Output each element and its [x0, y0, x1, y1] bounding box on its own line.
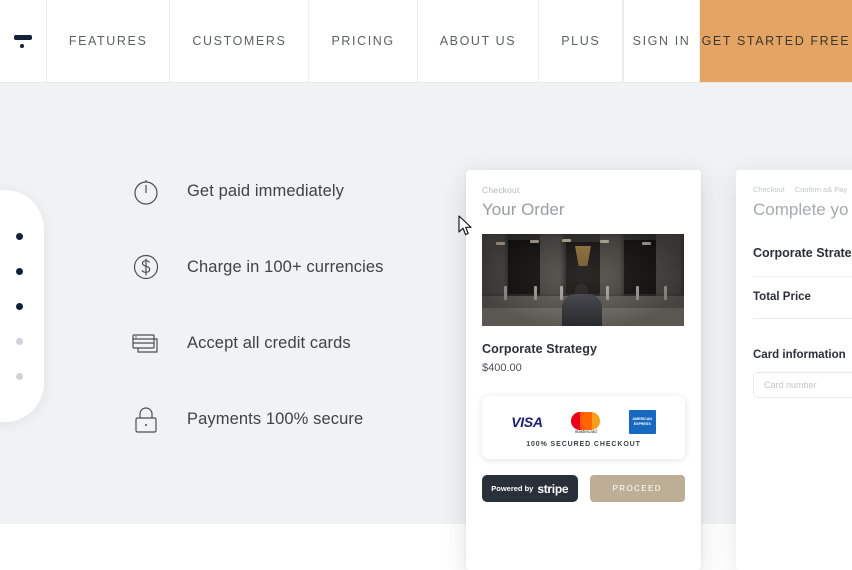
amex-wordmark: AMERICAN EXPRESS [632, 417, 652, 426]
feature-label-credit-cards: Accept all credit cards [187, 333, 351, 352]
clock-icon [128, 173, 164, 209]
feature-label-currencies: Charge in 100+ currencies [187, 257, 384, 276]
total-price-label: Total Price [753, 291, 811, 303]
credit-cards-icon [128, 325, 164, 361]
carousel-dots-panel [0, 190, 44, 422]
logo-bar-shape [13, 35, 32, 40]
checkout-actions-row: Powered by stripe PROCEED [482, 475, 685, 502]
stripe-powered-badge[interactable]: Powered by stripe [482, 475, 578, 502]
mastercard-overlap [579, 412, 592, 430]
sign-in-link[interactable]: SIGN IN [624, 0, 700, 82]
mastercard-wordmark: mastercard [574, 429, 597, 434]
payment-card-divider-1 [753, 276, 852, 277]
stripe-wordmark: stripe [537, 481, 569, 496]
page-root: FEATURES CUSTOMERS PRICING ABOUT US PLUS… [0, 0, 852, 570]
payment-card-title: Complete yo [753, 200, 849, 219]
visa-logo: VISA [511, 414, 543, 430]
site-logo[interactable] [0, 0, 47, 82]
carousel-dot-1[interactable] [16, 232, 23, 240]
padlock-icon [128, 401, 164, 437]
order-card-eyebrow: Checkout [482, 185, 520, 195]
secured-checkout-label: 100% SECURED CHECKOUT [526, 441, 641, 448]
nav-item-features[interactable]: FEATURES [47, 0, 171, 82]
carousel-dot-4[interactable] [16, 337, 23, 345]
top-navigation-bar: FEATURES CUSTOMERS PRICING ABOUT US PLUS… [0, 0, 852, 83]
page-below-hero [0, 524, 852, 570]
mastercard-logo: mastercard [569, 411, 603, 434]
logo-mark-icon [12, 30, 34, 52]
order-product-name: Corporate Strategy [482, 342, 598, 356]
order-product-price: $400.00 [482, 362, 522, 374]
payment-card-product-name: Corporate Strateg [753, 246, 852, 260]
nav-item-plus[interactable]: PLUS [539, 0, 624, 82]
photo-vignette [482, 234, 684, 326]
order-card-title: Your Order [482, 200, 565, 219]
card-number-input[interactable]: Card number [753, 372, 852, 398]
feature-list: Get paid immediately Charge in 100+ curr… [128, 173, 428, 437]
stripe-powered-by-text: Powered by [491, 484, 534, 493]
your-order-card: Checkout Your Order Corporate Strategy $… [466, 170, 701, 570]
feature-item-get-paid: Get paid immediately [128, 173, 428, 209]
logo-dot-shape [19, 44, 24, 48]
payment-card-divider-2 [753, 318, 852, 319]
card-information-label: Card information [753, 349, 846, 361]
accepted-cards-panel: VISA mastercard AMERICAN EXPRESS 100% SE… [482, 396, 685, 459]
payment-details-card: Checkout Confirm a& Pay Complete yo Corp… [736, 170, 852, 570]
card-logos-row: VISA mastercard AMERICAN EXPRESS [511, 407, 656, 437]
breadcrumb-confirm-and-pay[interactable]: Confirm a& Pay [795, 185, 848, 194]
nav-item-about-us[interactable]: ABOUT US [418, 0, 540, 82]
carousel-dot-3[interactable] [16, 302, 23, 310]
nav-item-pricing[interactable]: PRICING [309, 0, 418, 82]
breadcrumb-checkout[interactable]: Checkout [753, 185, 785, 194]
amex-logo: AMERICAN EXPRESS [628, 410, 656, 434]
dollar-circle-icon [128, 249, 164, 285]
payment-card-breadcrumb: Checkout Confirm a& Pay [753, 185, 852, 194]
feature-label-get-paid: Get paid immediately [187, 181, 344, 200]
proceed-button[interactable]: PROCEED [589, 475, 685, 502]
carousel-dot-5[interactable] [16, 372, 23, 380]
feature-item-credit-cards: Accept all credit cards [128, 325, 428, 361]
nav-item-customers[interactable]: CUSTOMERS [170, 0, 310, 82]
feature-item-currencies: Charge in 100+ currencies [128, 249, 428, 285]
carousel-dot-2[interactable] [16, 267, 23, 275]
product-photo [482, 234, 684, 326]
get-started-free-button[interactable]: GET STARTED FREE [699, 0, 852, 82]
feature-item-secure: Payments 100% secure [128, 401, 428, 437]
feature-label-secure: Payments 100% secure [187, 409, 364, 428]
